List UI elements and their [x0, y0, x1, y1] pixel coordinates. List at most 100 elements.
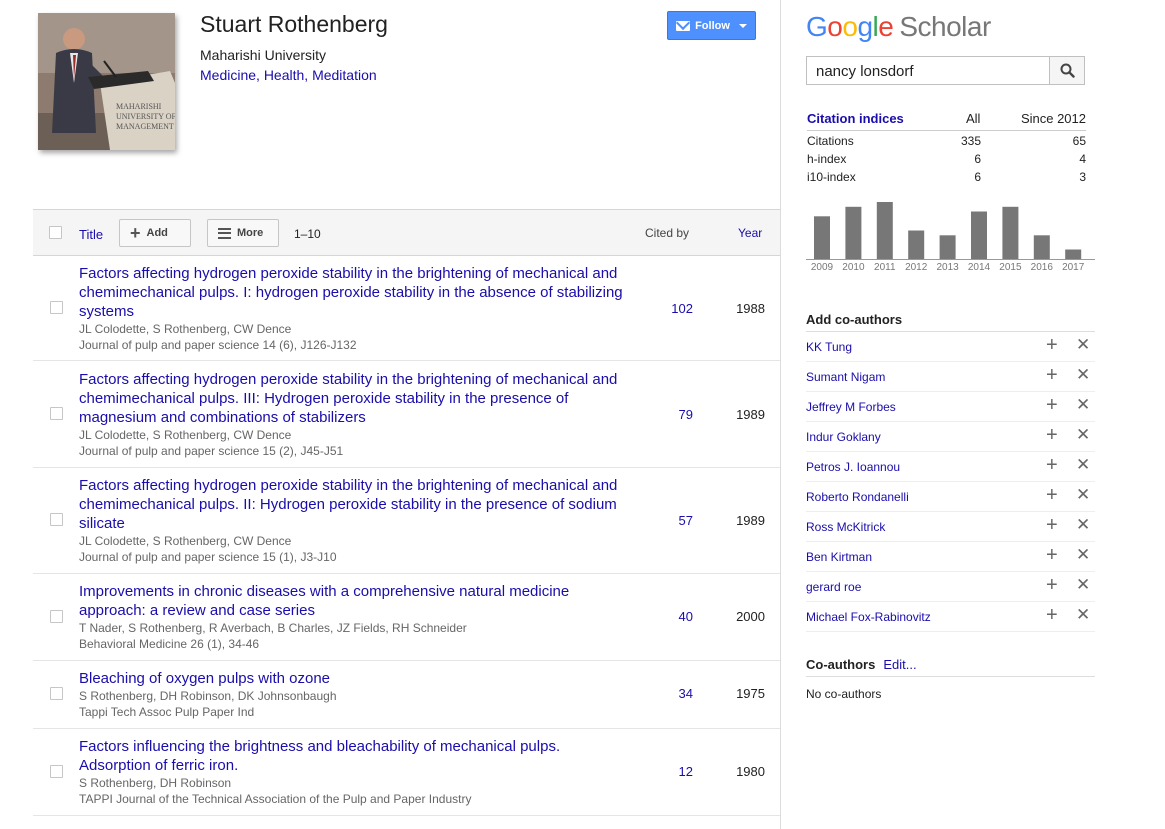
- add-coauthor-icon[interactable]: +: [1046, 425, 1058, 445]
- coauthor-name-link[interactable]: Petros J. Ioannou: [806, 460, 900, 474]
- article-cited-by-link[interactable]: 34: [653, 686, 693, 701]
- article-year: 1988: [736, 301, 765, 316]
- suggested-coauthor: Indur Goklany + ✕: [806, 422, 1095, 452]
- article-checkbox[interactable]: [50, 513, 63, 526]
- sort-by-year-link[interactable]: Year: [738, 226, 762, 240]
- more-label: More: [237, 227, 264, 239]
- article-checkbox[interactable]: [50, 765, 63, 778]
- article-checkbox[interactable]: [50, 407, 63, 420]
- chart-bar[interactable]: [876, 202, 893, 259]
- article-title-link[interactable]: Factors affecting hydrogen peroxide stab…: [79, 370, 624, 427]
- add-coauthor-icon[interactable]: +: [1046, 515, 1058, 535]
- menu-icon: [218, 227, 231, 239]
- article-row: Factors affecting hydrogen peroxide stab…: [33, 362, 780, 468]
- logo-letter: o: [842, 11, 858, 42]
- add-coauthor-icon[interactable]: +: [1046, 575, 1058, 595]
- chart-bar[interactable]: [1002, 206, 1019, 260]
- article-cited-by-link[interactable]: 79: [653, 407, 693, 422]
- chart-bar[interactable]: [908, 230, 925, 260]
- coauthor-name-link[interactable]: Sumant Nigam: [806, 370, 885, 384]
- google-scholar-logo[interactable]: Google Scholar: [806, 11, 991, 43]
- divider: [806, 676, 1095, 677]
- chart-bar[interactable]: [971, 211, 987, 260]
- search-icon: [1060, 63, 1075, 78]
- column-divider: [780, 0, 781, 829]
- coauthor-name-link[interactable]: Ross McKitrick: [806, 520, 885, 534]
- article-year: 1980: [736, 764, 765, 779]
- interest-link[interactable]: Meditation: [312, 67, 377, 83]
- dismiss-coauthor-icon[interactable]: ✕: [1076, 336, 1090, 353]
- dismiss-coauthor-icon[interactable]: ✕: [1076, 546, 1090, 563]
- article-checkbox[interactable]: [50, 301, 63, 314]
- metric-since: 4: [1079, 152, 1086, 166]
- citation-indices-title[interactable]: Citation indices: [807, 111, 904, 126]
- metric-all: 6: [974, 152, 981, 166]
- article-cited-by-link[interactable]: 40: [653, 609, 693, 624]
- coauthors-label: Co-authors: [806, 657, 876, 672]
- add-coauthor-icon[interactable]: +: [1046, 455, 1058, 475]
- citation-row: Citations 335 65: [807, 131, 1086, 149]
- article-title-link[interactable]: Factors affecting hydrogen peroxide stab…: [79, 476, 624, 533]
- add-coauthor-icon[interactable]: +: [1046, 335, 1058, 355]
- coauthor-name-link[interactable]: gerard roe: [806, 580, 861, 594]
- plus-icon: +: [130, 223, 141, 243]
- logo-letter: e: [878, 11, 894, 42]
- coauthor-name-link[interactable]: Ben Kirtman: [806, 550, 872, 564]
- article-checkbox[interactable]: [50, 610, 63, 623]
- article-venue: Behavioral Medicine 26 (1), 34-46: [79, 637, 260, 651]
- chart-bar[interactable]: [814, 216, 830, 260]
- interest-separator: ,: [256, 67, 264, 83]
- add-coauthor-icon[interactable]: +: [1046, 395, 1058, 415]
- article-title-link[interactable]: Improvements in chronic diseases with a …: [79, 582, 624, 620]
- article-checkbox[interactable]: [50, 687, 63, 700]
- interest-separator: ,: [304, 67, 313, 83]
- edit-coauthors-link[interactable]: Edit...: [883, 657, 916, 672]
- add-coauthor-icon[interactable]: +: [1046, 605, 1058, 625]
- dismiss-coauthor-icon[interactable]: ✕: [1076, 396, 1090, 413]
- sort-by-cited-link[interactable]: Cited by: [645, 226, 689, 240]
- no-coauthors-text: No co-authors: [806, 687, 882, 701]
- chart-bar[interactable]: [1065, 249, 1082, 260]
- chart-bar[interactable]: [939, 235, 956, 260]
- add-coauthor-icon[interactable]: +: [1046, 545, 1058, 565]
- add-article-button[interactable]: + Add: [119, 219, 191, 247]
- interest-link[interactable]: Health: [264, 67, 304, 83]
- column-all: All: [966, 111, 981, 126]
- dismiss-coauthor-icon[interactable]: ✕: [1076, 366, 1090, 383]
- chart-bar[interactable]: [845, 206, 862, 260]
- search-button[interactable]: [1049, 56, 1085, 85]
- more-button[interactable]: More: [207, 219, 279, 247]
- citation-indices-header: Citation indices All Since 2012: [807, 110, 1086, 131]
- article-title-link[interactable]: Bleaching of oxygen pulps with ozone: [79, 669, 624, 688]
- interest-link[interactable]: Medicine: [200, 67, 256, 83]
- article-row: Factors influencing the brightness and b…: [33, 729, 780, 816]
- chart-tick-label: 2017: [1062, 262, 1085, 273]
- article-authors: S Rothenberg, DH Robinson: [79, 776, 232, 790]
- dismiss-coauthor-icon[interactable]: ✕: [1076, 606, 1090, 623]
- search-input[interactable]: nancy lonsdorf: [806, 56, 1050, 85]
- dismiss-coauthor-icon[interactable]: ✕: [1076, 456, 1090, 473]
- follow-button[interactable]: Follow: [667, 11, 756, 40]
- coauthor-name-link[interactable]: Indur Goklany: [806, 430, 881, 444]
- add-coauthor-icon[interactable]: +: [1046, 365, 1058, 385]
- logo-letter: G: [806, 11, 828, 42]
- coauthor-name-link[interactable]: Michael Fox-Rabinovitz: [806, 610, 931, 624]
- article-cited-by-link[interactable]: 12: [653, 764, 693, 779]
- dismiss-coauthor-icon[interactable]: ✕: [1076, 426, 1090, 443]
- dismiss-coauthor-icon[interactable]: ✕: [1076, 576, 1090, 593]
- article-cited-by-link[interactable]: 57: [653, 513, 693, 528]
- article-cited-by-link[interactable]: 102: [653, 301, 693, 316]
- sort-by-title-link[interactable]: Title: [79, 227, 103, 242]
- chart-bar[interactable]: [1033, 235, 1050, 260]
- coauthor-name-link[interactable]: Roberto Rondanelli: [806, 490, 909, 504]
- article-title-link[interactable]: Factors influencing the brightness and b…: [79, 737, 624, 775]
- coauthor-name-link[interactable]: KK Tung: [806, 340, 852, 354]
- coauthor-name-link[interactable]: Jeffrey M Forbes: [806, 400, 896, 414]
- metric-all: 6: [974, 170, 981, 184]
- select-all-checkbox[interactable]: [49, 226, 62, 239]
- dismiss-coauthor-icon[interactable]: ✕: [1076, 486, 1090, 503]
- citation-indices-table: Citation indices All Since 2012 Citation…: [807, 110, 1086, 185]
- add-coauthor-icon[interactable]: +: [1046, 485, 1058, 505]
- dismiss-coauthor-icon[interactable]: ✕: [1076, 516, 1090, 533]
- article-title-link[interactable]: Factors affecting hydrogen peroxide stab…: [79, 264, 624, 321]
